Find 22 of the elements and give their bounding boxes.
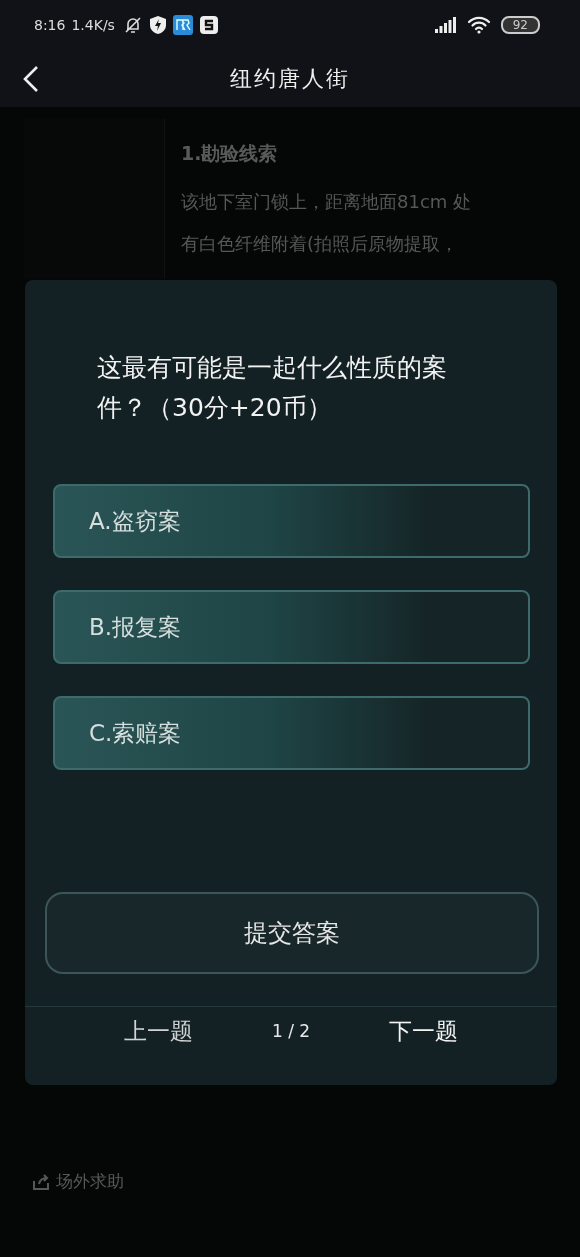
previous-question-link[interactable]: 上一题 (124, 1015, 194, 1047)
answer-option[interactable]: B.报复案 (53, 590, 530, 664)
submit-button[interactable]: 提交答案 (45, 892, 539, 974)
back-icon[interactable] (22, 64, 40, 93)
next-question-link[interactable]: 下一题 (388, 1015, 458, 1047)
battery-indicator: 92 (500, 16, 540, 34)
share-icon (32, 1172, 50, 1191)
page-counter: 1 / 2 (271, 1021, 311, 1041)
question-text: 这最有可能是一起什么性质的案件？（30分+20币） (96, 352, 448, 424)
answer-option[interactable]: C.索赔案 (53, 696, 530, 770)
shield-bolt-icon (148, 15, 167, 35)
answer-option[interactable]: A.盗窃案 (53, 484, 530, 558)
app-icon (172, 15, 193, 35)
clue-text: 该地下室门锁上，距离地面81cm 处 (181, 190, 472, 214)
status-time: 8:16 (34, 17, 66, 33)
network-speed: 1.4K/s (71, 17, 115, 33)
wifi-icon (466, 16, 491, 34)
clue-text: 有白色纤维附着(拍照后原物提取， (181, 232, 460, 256)
page-title: 纽约唐人街 (230, 64, 350, 93)
signal-icon (434, 17, 457, 33)
app-icon (198, 15, 219, 35)
section-title: 1.勘验线索 (181, 141, 279, 166)
